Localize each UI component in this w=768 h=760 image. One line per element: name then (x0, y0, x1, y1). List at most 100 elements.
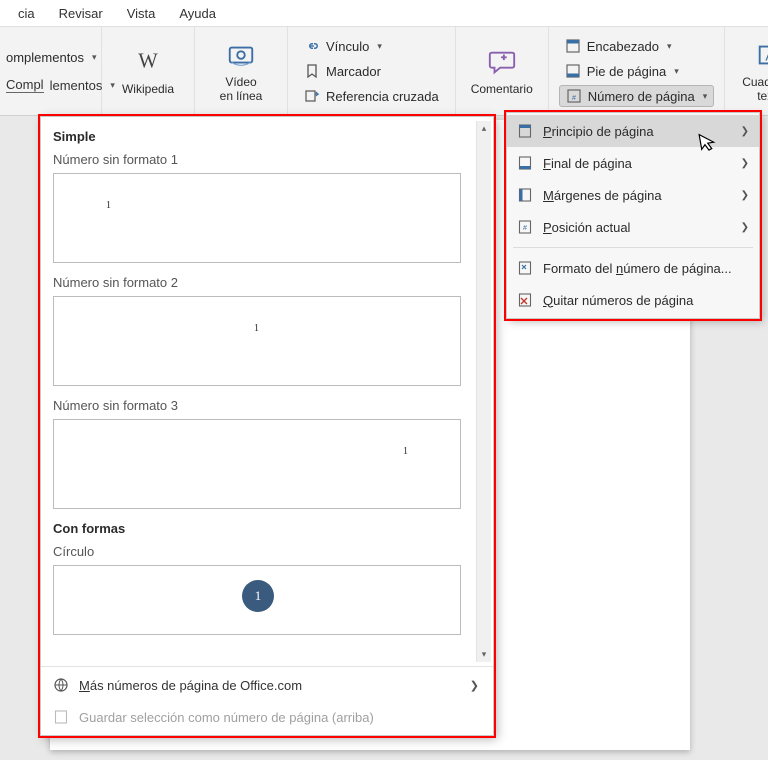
chevron-right-icon: ❯ (741, 126, 749, 137)
comentario-label: Comentario (471, 82, 533, 96)
page-bottom-icon (517, 155, 533, 171)
group-comentario: Comentario (456, 27, 549, 115)
gallery-section-simple: Simple (53, 129, 473, 144)
marcador-button[interactable]: Marcador (298, 60, 445, 82)
thumb-number: 1 (106, 200, 111, 211)
fly-final-label: Final de página (543, 156, 632, 171)
scroll-down-button[interactable]: ▾ (477, 647, 491, 662)
tab-cut: cia (6, 2, 47, 26)
thumb-circle: 1 (242, 580, 274, 612)
cuadro-texto-button[interactable]: A Cuadro de texto (735, 33, 768, 109)
cuadro-label: Cuadro de texto (742, 75, 768, 103)
numero-pagina-button[interactable]: # Número de página ▾ (559, 85, 715, 107)
globe-icon (53, 677, 69, 693)
format-number-icon (517, 260, 533, 276)
separator (513, 247, 753, 248)
current-position-icon: # (517, 219, 533, 235)
pie-label: Pie de página (587, 64, 667, 79)
gallery-item-label-circulo: Círculo (53, 544, 473, 559)
encabezado-button[interactable]: Encabezado ▾ (559, 35, 715, 57)
page-number-gallery: Simple Número sin formato 1 1 Número sin… (40, 116, 494, 736)
vinculo-label: Vínculo (326, 39, 369, 54)
text-box-icon: A (755, 40, 768, 73)
link-icon (304, 38, 320, 54)
gallery-scrollbar[interactable]: ▴ ▾ (476, 121, 491, 662)
gallery-more-label: Más números de página de Office.com (79, 678, 302, 693)
svg-text:W: W (138, 50, 158, 72)
save-selection-icon (53, 709, 69, 725)
gallery-item-label-1: Número sin formato 1 (53, 152, 473, 167)
gallery-item-label-2: Número sin formato 2 (53, 275, 473, 290)
scroll-up-button[interactable]: ▴ (477, 121, 491, 136)
fly-formato[interactable]: Formato del número de página... (507, 252, 759, 284)
gallery-save-selection: Guardar selección como número de página … (41, 701, 493, 733)
tab-vista[interactable]: Vista (115, 2, 168, 26)
chevron-down-icon: ▾ (703, 91, 708, 102)
scroll-track[interactable] (477, 136, 491, 647)
remove-number-icon (517, 292, 533, 308)
fly-quitar[interactable]: Quitar números de página (507, 284, 759, 316)
gallery-more-office[interactable]: Más números de página de Office.com ❯ (41, 669, 493, 701)
ribbon: omplementos ▾ Compllementos ▾ W Wikipedi… (0, 26, 768, 116)
fly-formato-label: Formato del número de página... (543, 261, 732, 276)
referencia-button[interactable]: Referencia cruzada (298, 85, 445, 107)
referencia-label: Referencia cruzada (326, 89, 439, 104)
chevron-down-icon: ▾ (377, 41, 382, 52)
tab-revisar[interactable]: Revisar (47, 2, 115, 26)
group-video: Vídeo en línea (195, 27, 288, 115)
page-number-flyout: Principio de página ❯ Final de página ❯ … (506, 112, 760, 319)
chevron-down-icon: ▾ (667, 41, 672, 52)
fly-final[interactable]: Final de página ❯ (507, 147, 759, 179)
bookmark-icon (304, 63, 320, 79)
fly-posicion[interactable]: # Posición actual ❯ (507, 211, 759, 243)
header-icon (565, 38, 581, 54)
group-vinculos: Vínculo ▾ Marcador Referencia cruzada (288, 27, 456, 115)
footer-icon (565, 63, 581, 79)
gallery-scroll-area: Simple Número sin formato 1 1 Número sin… (41, 117, 493, 666)
gallery-section-conformas: Con formas (53, 521, 473, 536)
gallery-item-circulo[interactable]: 1 (53, 565, 461, 635)
video-label: Vídeo en línea (220, 75, 263, 103)
page-number-icon: # (566, 88, 582, 104)
chevron-right-icon: ❯ (470, 679, 479, 692)
svg-text:#: # (523, 225, 527, 232)
thumb-number: 1 (403, 446, 408, 457)
pie-button[interactable]: Pie de página ▾ (559, 60, 715, 82)
fly-posicion-label: Posición actual (543, 220, 630, 235)
group-header-footer: Encabezado ▾ Pie de página ▾ # Número de… (549, 27, 726, 115)
comment-icon (487, 47, 517, 80)
online-video-icon (226, 40, 256, 73)
gallery-footer: Más números de página de Office.com ❯ Gu… (41, 666, 493, 735)
svg-text:#: # (572, 95, 576, 102)
video-button[interactable]: Vídeo en línea (205, 33, 277, 109)
complementos-top-label: omplementos (6, 50, 84, 65)
group-wikipedia: W Wikipedia (102, 27, 195, 115)
tab-ayuda[interactable]: Ayuda (167, 2, 228, 26)
ribbon-tabs: cia Revisar Vista Ayuda (0, 0, 768, 26)
group-complementos: omplementos ▾ Compllementos ▾ (0, 27, 102, 115)
compl-bottom-prefix: Compl (6, 77, 44, 93)
numero-label: Número de página (588, 89, 695, 104)
cross-reference-icon (304, 88, 320, 104)
chevron-right-icon: ❯ (741, 190, 749, 201)
fly-principio-label: Principio de página (543, 124, 654, 139)
chevron-down-icon: ▾ (92, 52, 97, 63)
encabezado-label: Encabezado (587, 39, 659, 54)
complementos-top[interactable]: omplementos ▾ (0, 46, 103, 68)
page-margins-icon (517, 187, 533, 203)
fly-principio[interactable]: Principio de página ❯ (507, 115, 759, 147)
marcador-label: Marcador (326, 64, 381, 79)
thumb-number: 1 (254, 323, 259, 334)
vinculo-button[interactable]: Vínculo ▾ (298, 35, 445, 57)
wikipedia-icon: W (133, 47, 163, 80)
gallery-save-label: Guardar selección como número de página … (79, 710, 374, 725)
comentario-button[interactable]: Comentario (466, 33, 538, 109)
gallery-item-2[interactable]: 1 (53, 296, 461, 386)
fly-margenes[interactable]: Márgenes de página ❯ (507, 179, 759, 211)
gallery-item-3[interactable]: 1 (53, 419, 461, 509)
gallery-item-1[interactable]: 1 (53, 173, 461, 263)
wikipedia-button[interactable]: W Wikipedia (112, 33, 184, 109)
chevron-right-icon: ❯ (741, 222, 749, 233)
group-cuadro: A Cuadro de texto (725, 27, 768, 115)
gallery-item-label-3: Número sin formato 3 (53, 398, 473, 413)
